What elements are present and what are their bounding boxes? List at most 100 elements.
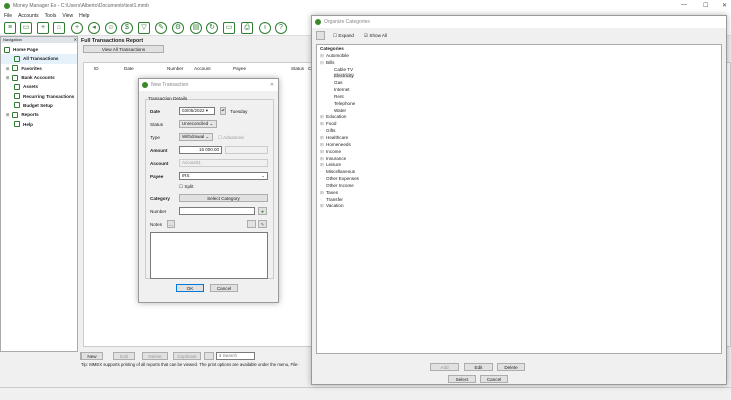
- nav-item-budget-setup[interactable]: Budget Setup: [1, 101, 77, 110]
- tree-item[interactable]: · Other Expenses: [320, 176, 718, 183]
- close-icon[interactable]: ✕: [270, 82, 274, 88]
- menu-view[interactable]: View: [62, 13, 73, 19]
- nav-item-favorites[interactable]: ⊞ Favorites: [1, 64, 77, 73]
- nav-item-bank-accounts[interactable]: ⊞ Bank Accounts: [1, 73, 77, 82]
- advanced-checkbox[interactable]: ☐ Advanced: [218, 135, 244, 141]
- select-category-button[interactable]: Select Category: [179, 194, 268, 202]
- ok-button[interactable]: OK: [176, 284, 204, 292]
- tree-item[interactable]: · Miscellaneous: [320, 169, 718, 176]
- tree-item[interactable]: ⊞ Leisure: [320, 162, 718, 169]
- tree-item[interactable]: ⊞ Automobile: [320, 53, 718, 60]
- add-button[interactable]: Add: [430, 363, 459, 371]
- comment-icon[interactable]: ▤: [190, 22, 202, 34]
- tree-item[interactable]: ⊞ Education: [320, 114, 718, 121]
- date-spin-button[interactable]: ▴▾: [220, 107, 226, 115]
- filter-icon[interactable]: ▽: [138, 22, 150, 34]
- tree-item[interactable]: · Gifts: [320, 128, 718, 135]
- paperclip-icon[interactable]: ✎: [258, 220, 267, 228]
- tree-item[interactable]: ⊟ Bills: [320, 60, 718, 67]
- new-transaction-icon[interactable]: +: [71, 22, 83, 34]
- select-button[interactable]: Select: [448, 375, 476, 383]
- help-icon[interactable]: ?: [275, 22, 287, 34]
- tree-subitem[interactable]: Telephone: [320, 101, 718, 108]
- tree-subitem[interactable]: Gas: [320, 80, 718, 87]
- delete-transaction-button[interactable]: Delete: [142, 352, 168, 360]
- nav-close-icon[interactable]: ✕: [74, 37, 77, 43]
- nav-item-recurring-transactions[interactable]: Recurring Transactions: [1, 91, 77, 100]
- auto-number-button[interactable]: ●: [258, 207, 267, 215]
- nav-item-assets[interactable]: Assets: [1, 82, 77, 91]
- tree-item[interactable]: ⊞ Vacation: [320, 203, 718, 210]
- column-header[interactable]: ID: [94, 66, 99, 71]
- column-header[interactable]: Status: [291, 66, 304, 71]
- menu-accounts[interactable]: Accounts: [18, 13, 39, 19]
- menu-help[interactable]: Help: [79, 13, 89, 19]
- tree-subitem[interactable]: Electricity: [320, 73, 718, 80]
- print-icon[interactable]: ⎙: [241, 22, 253, 34]
- tree-item[interactable]: ⊞ Income: [320, 149, 718, 156]
- categories-tree[interactable]: Categories ⊞ Automobile ⊟ Bills Cable TV Elect…: [316, 44, 722, 354]
- cancel-button[interactable]: Cancel: [480, 375, 508, 383]
- tree-item[interactable]: · Transfer: [320, 197, 718, 204]
- duplicate-transaction-button[interactable]: Duplicate: [173, 352, 201, 360]
- nav-item-reports[interactable]: ⊞ Reports: [1, 110, 77, 119]
- expand-checkbox[interactable]: ☐ Expand: [333, 33, 354, 39]
- menu-tools[interactable]: Tools: [45, 13, 57, 19]
- column-header[interactable]: Number: [167, 66, 183, 71]
- close-button[interactable]: ✕: [722, 2, 727, 9]
- column-header[interactable]: Date: [124, 66, 134, 71]
- payee-select[interactable]: IRS ⌄: [179, 172, 268, 180]
- show-all-checkbox[interactable]: ☑ Show All: [364, 33, 387, 39]
- edit-button[interactable]: Edit: [464, 363, 493, 371]
- notes-menu-button[interactable]: ...: [167, 220, 175, 228]
- settings-icon[interactable]: ⚙: [172, 22, 184, 34]
- attachment-button[interactable]: [204, 352, 214, 360]
- search-input[interactable]: ⌕ Search: [216, 352, 255, 360]
- home-icon[interactable]: ⌂: [53, 22, 65, 34]
- nav-item-home-page[interactable]: Home Page: [1, 45, 77, 54]
- amount-input[interactable]: 15 000.00: [179, 146, 222, 154]
- column-header[interactable]: Payee: [233, 66, 246, 71]
- tree-subitem[interactable]: Water: [320, 108, 718, 115]
- info-icon[interactable]: i: [259, 22, 271, 34]
- expand-icon[interactable]: ⊞: [6, 112, 9, 117]
- new-account-icon[interactable]: +: [37, 22, 49, 34]
- date-picker[interactable]: 03/05/2022 ▾: [179, 107, 215, 115]
- notes-textarea[interactable]: [150, 232, 268, 279]
- tree-item[interactable]: · Other Income: [320, 183, 718, 190]
- tree-subitem[interactable]: Internet: [320, 87, 718, 94]
- expand-icon[interactable]: ⊞: [6, 75, 9, 80]
- number-input[interactable]: [179, 207, 255, 215]
- refresh-icon[interactable]: ↻: [206, 22, 218, 34]
- maximize-button[interactable]: ☐: [703, 2, 708, 9]
- view-all-transactions-button[interactable]: View All Transactions: [83, 45, 164, 53]
- tag-icon[interactable]: ◂: [88, 22, 100, 34]
- tree-item[interactable]: ⊞ Healthcare: [320, 135, 718, 142]
- column-header[interactable]: Account: [194, 66, 211, 71]
- category-action-button[interactable]: [316, 31, 325, 40]
- split-checkbox[interactable]: ☐ Split: [179, 184, 193, 190]
- tree-item[interactable]: ⊞ Food: [320, 121, 718, 128]
- edit-icon[interactable]: ✎: [155, 22, 167, 34]
- expand-icon[interactable]: ⊞: [6, 66, 9, 71]
- monitor-icon[interactable]: ▭: [223, 22, 235, 34]
- payee-icon[interactable]: ☺: [105, 22, 117, 34]
- delete-button[interactable]: Delete: [497, 363, 525, 371]
- status-select[interactable]: Unreconciled ⌄: [179, 120, 217, 128]
- nav-item-all-transactions[interactable]: All Transactions: [1, 54, 77, 64]
- nav-item-help[interactable]: Help: [1, 119, 77, 128]
- tree-item[interactable]: ⊞ Homeneeds: [320, 142, 718, 149]
- menu-file[interactable]: File: [4, 13, 12, 19]
- tree-subitem[interactable]: Rent: [320, 94, 718, 101]
- attachment-button[interactable]: [247, 220, 256, 228]
- type-select[interactable]: Withdrawal ⌄: [179, 133, 213, 141]
- new-database-icon[interactable]: ≡: [4, 22, 16, 34]
- account-select[interactable]: Account1: [179, 159, 268, 167]
- tree-subitem[interactable]: Cable TV: [320, 67, 718, 74]
- tree-item[interactable]: ⊞ Insurance: [320, 156, 718, 163]
- tree-root[interactable]: Categories: [320, 46, 718, 53]
- edit-transaction-button[interactable]: Edit: [113, 352, 135, 360]
- open-database-icon[interactable]: ▭: [20, 22, 32, 34]
- minimize-button[interactable]: —: [681, 2, 687, 8]
- new-transaction-button[interactable]: New: [81, 352, 103, 360]
